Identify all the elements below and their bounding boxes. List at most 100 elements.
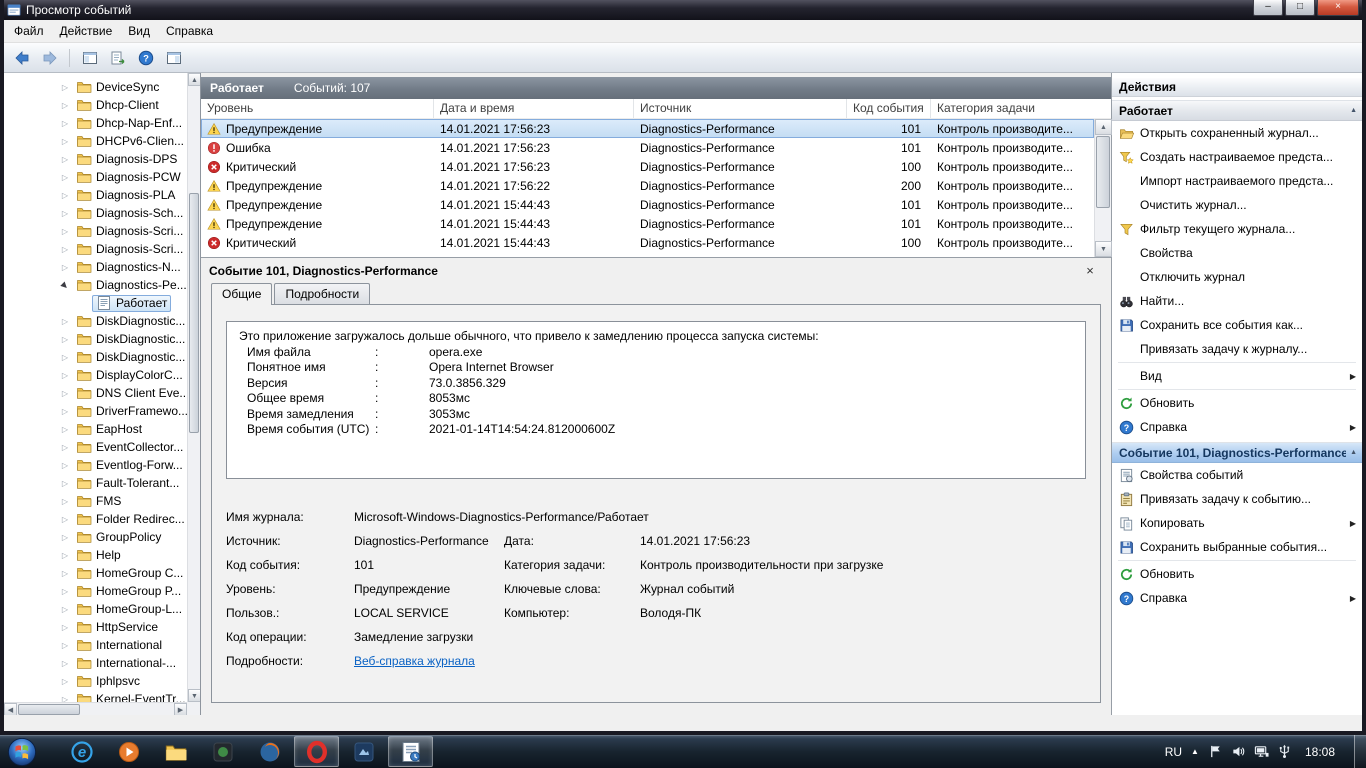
tree-item[interactable]: ▷DiskDiagnostic... xyxy=(4,312,200,330)
ie-taskbar-button[interactable]: e xyxy=(59,736,104,767)
tree-horizontal-scrollbar[interactable]: ◀ ▶ xyxy=(4,702,187,715)
clock[interactable]: 18:08 xyxy=(1305,745,1335,759)
action-section-header[interactable]: Событие 101, Diagnostics-Performance▲ xyxy=(1112,442,1362,463)
action-item[interactable]: Привязать задачу к событию... xyxy=(1112,487,1362,511)
language-indicator[interactable]: RU xyxy=(1165,745,1182,759)
column-header[interactable]: Уровень xyxy=(201,99,434,118)
tree-item[interactable]: ▷FMS xyxy=(4,492,200,510)
tree-item[interactable]: ▷Diagnosis-DPS xyxy=(4,150,200,168)
chevron-collapsed-icon[interactable]: ▷ xyxy=(58,443,72,452)
action-item[interactable]: Обновить xyxy=(1112,391,1362,415)
chevron-collapsed-icon[interactable]: ▷ xyxy=(58,263,72,272)
action-item[interactable]: ?Справка▶ xyxy=(1112,586,1362,610)
export-button[interactable] xyxy=(105,46,130,70)
tree-item[interactable]: ▷Diagnosis-Scri... xyxy=(4,222,200,240)
chevron-collapsed-icon[interactable]: ▷ xyxy=(58,497,72,506)
chevron-collapsed-icon[interactable]: ▷ xyxy=(58,101,72,110)
action-section-header[interactable]: Работает▲ xyxy=(1112,100,1362,121)
back-arrow-button[interactable] xyxy=(9,46,34,70)
tree-item[interactable]: ▷DisplayColorC... xyxy=(4,366,200,384)
action-pane-button[interactable] xyxy=(161,46,186,70)
tree-item[interactable]: ▷DNS Client Eve... xyxy=(4,384,200,402)
chevron-collapsed-icon[interactable]: ▷ xyxy=(58,119,72,128)
collapse-icon[interactable]: ▲ xyxy=(1346,449,1357,456)
tree-item[interactable]: ▷International xyxy=(4,636,200,654)
tree-vertical-scrollbar[interactable]: ▲ ▼ xyxy=(187,73,200,702)
tree-item[interactable]: ▷Folder Redirec... xyxy=(4,510,200,528)
chevron-collapsed-icon[interactable]: ▷ xyxy=(58,407,72,416)
console-tree-button[interactable] xyxy=(77,46,102,70)
action-item[interactable]: Сохранить все события как... xyxy=(1112,313,1362,337)
chevron-collapsed-icon[interactable]: ▷ xyxy=(58,191,72,200)
tree-item[interactable]: ▷DHCPv6-Clien... xyxy=(4,132,200,150)
menu-item-1[interactable]: Действие xyxy=(52,21,121,41)
chevron-collapsed-icon[interactable]: ▷ xyxy=(58,155,72,164)
chevron-collapsed-icon[interactable]: ▷ xyxy=(58,479,72,488)
action-item[interactable]: Свойства событий xyxy=(1112,463,1362,487)
action-item[interactable]: Свойства xyxy=(1112,241,1362,265)
scroll-down-button[interactable]: ▼ xyxy=(188,689,201,702)
opera-taskbar-button[interactable] xyxy=(294,736,339,767)
scroll-left-button[interactable]: ◀ xyxy=(4,703,17,716)
chevron-collapsed-icon[interactable]: ▷ xyxy=(58,317,72,326)
action-item[interactable]: Создать настраиваемое предста... xyxy=(1112,145,1362,169)
tree-item[interactable]: ▷Diagnostics-N... xyxy=(4,258,200,276)
tree-item[interactable]: ▷DeviceSync xyxy=(4,78,200,96)
tree-item[interactable]: ▷DiskDiagnostic... xyxy=(4,330,200,348)
tree-item[interactable]: Работает xyxy=(4,294,200,312)
menu-item-0[interactable]: Файл xyxy=(6,21,52,41)
event-row[interactable]: Ошибка14.01.2021 17:56:23Diagnostics-Per… xyxy=(201,138,1094,157)
tree-item[interactable]: ▷HomeGroup C... xyxy=(4,564,200,582)
scroll-thumb[interactable] xyxy=(189,193,199,433)
tree-item[interactable]: ▷Eventlog-Forw... xyxy=(4,456,200,474)
tree-item[interactable]: ▷Fault-Tolerant... xyxy=(4,474,200,492)
tree-item[interactable]: ▷Help xyxy=(4,546,200,564)
start-button[interactable] xyxy=(0,735,44,768)
action-item[interactable]: Очистить журнал... xyxy=(1112,193,1362,217)
detail-tab[interactable]: Общие xyxy=(211,283,272,305)
chevron-collapsed-icon[interactable]: ▷ xyxy=(58,173,72,182)
tree-item[interactable]: ▷HomeGroup-L... xyxy=(4,600,200,618)
flag-icon[interactable] xyxy=(1208,744,1223,759)
app-dark-taskbar-button[interactable] xyxy=(200,736,245,767)
chevron-collapsed-icon[interactable]: ▷ xyxy=(58,353,72,362)
tree-item[interactable]: ▷EapHost xyxy=(4,420,200,438)
volume-icon[interactable] xyxy=(1231,744,1246,759)
action-item[interactable]: Вид▶ xyxy=(1112,364,1362,388)
chevron-collapsed-icon[interactable]: ▷ xyxy=(58,137,72,146)
hidden-icons-button[interactable]: ▲ xyxy=(1191,747,1199,756)
chevron-collapsed-icon[interactable]: ▷ xyxy=(58,551,72,560)
tree-item[interactable]: ▷GroupPolicy xyxy=(4,528,200,546)
minimize-button[interactable]: – xyxy=(1253,0,1283,16)
chevron-collapsed-icon[interactable]: ▷ xyxy=(58,641,72,650)
media-player-taskbar-button[interactable] xyxy=(106,736,151,767)
chevron-collapsed-icon[interactable]: ▷ xyxy=(58,533,72,542)
menu-item-2[interactable]: Вид xyxy=(120,21,158,41)
action-item[interactable]: Отключить журнал xyxy=(1112,265,1362,289)
action-item[interactable]: Копировать▶ xyxy=(1112,511,1362,535)
tree-item[interactable]: ▷Iphlpsvc xyxy=(4,672,200,690)
show-desktop-button[interactable] xyxy=(1354,735,1366,768)
chevron-collapsed-icon[interactable]: ▷ xyxy=(58,389,72,398)
scroll-thumb[interactable] xyxy=(18,704,80,715)
menu-item-3[interactable]: Справка xyxy=(158,21,221,41)
event-row[interactable]: Предупреждение14.01.2021 17:56:22Diagnos… xyxy=(201,176,1094,195)
app-blue-taskbar-button[interactable] xyxy=(341,736,386,767)
action-item[interactable]: Найти... xyxy=(1112,289,1362,313)
network-icon[interactable] xyxy=(1254,744,1269,759)
chevron-collapsed-icon[interactable]: ▷ xyxy=(58,425,72,434)
event-row[interactable]: Критический14.01.2021 15:44:43Diagnostic… xyxy=(201,233,1094,252)
tree-item[interactable]: ▷Diagnosis-PLA xyxy=(4,186,200,204)
scroll-up-button[interactable]: ▲ xyxy=(188,73,201,86)
chevron-collapsed-icon[interactable]: ▷ xyxy=(58,371,72,380)
action-item[interactable]: Привязать задачу к журналу... xyxy=(1112,337,1362,361)
action-item[interactable]: Открыть сохраненный журнал... xyxy=(1112,121,1362,145)
action-item[interactable]: Сохранить выбранные события... xyxy=(1112,535,1362,559)
event-row[interactable]: Критический14.01.2021 17:56:23Diagnostic… xyxy=(201,157,1094,176)
column-header[interactable]: Код события xyxy=(847,99,931,118)
maximize-button[interactable]: □ xyxy=(1285,0,1315,16)
tree-item[interactable]: ▷International-... xyxy=(4,654,200,672)
firefox-taskbar-button[interactable] xyxy=(247,736,292,767)
usb-icon[interactable] xyxy=(1277,744,1292,759)
action-item[interactable]: Обновить xyxy=(1112,562,1362,586)
